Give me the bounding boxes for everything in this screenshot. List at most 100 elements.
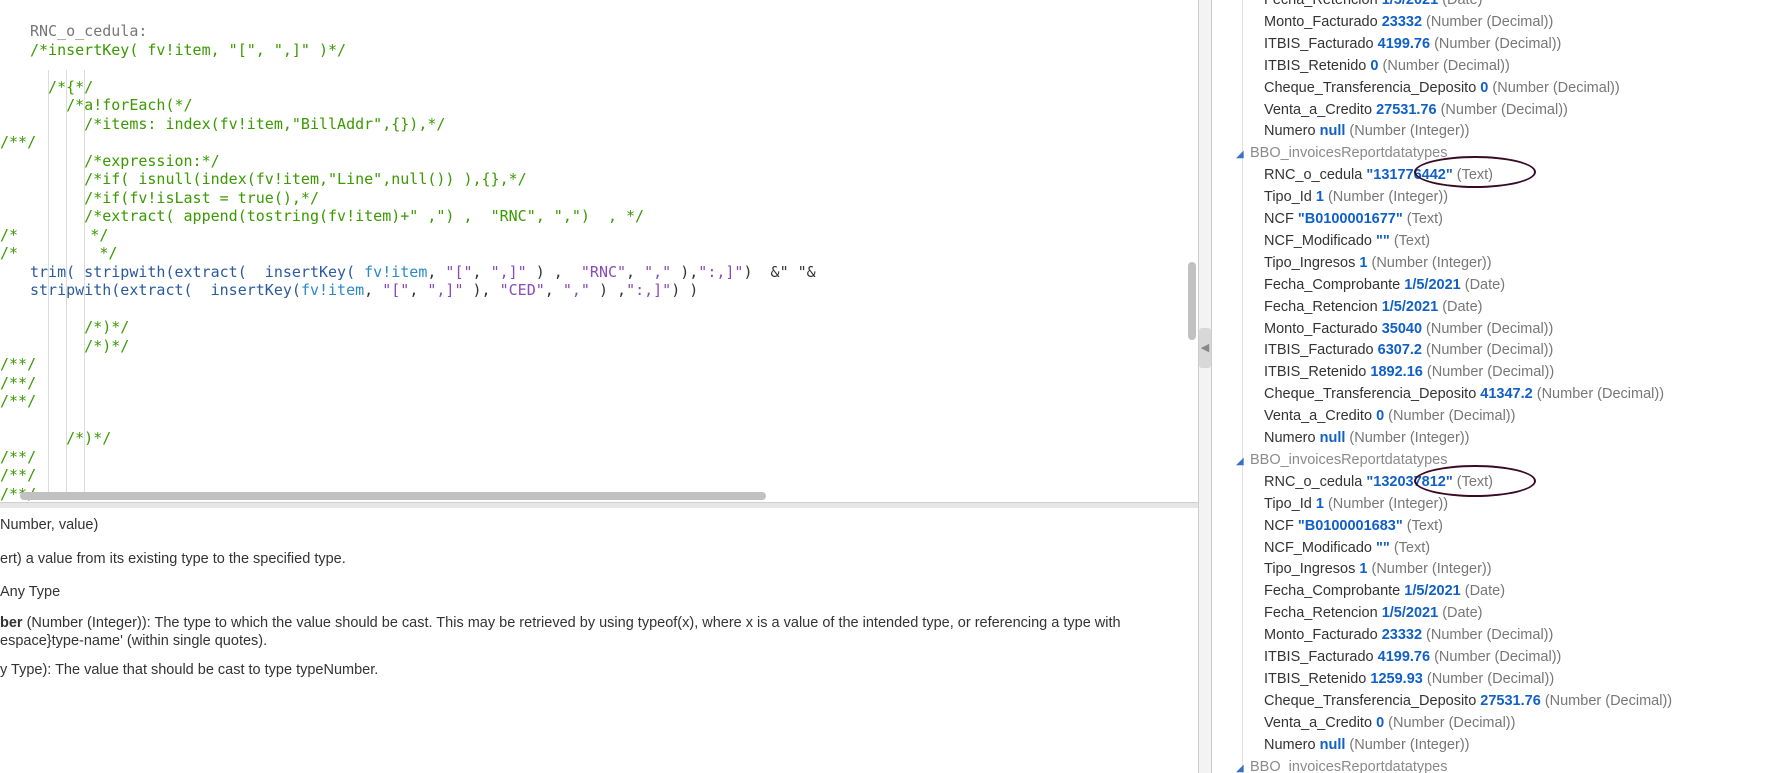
code-line[interactable]: /**/ <box>0 448 816 467</box>
code-line[interactable] <box>0 411 816 430</box>
expand-triangle-icon[interactable]: ◢ <box>1236 452 1250 472</box>
field-value: null <box>1319 123 1346 140</box>
tree-row[interactable]: ITBIS_Facturado 4199.76 (Number (Decimal… <box>1264 647 1561 667</box>
code-line[interactable]: /*)*/ <box>0 318 816 337</box>
code-token: /*items: index(fv!item,"BillAddr",{}),*/ <box>30 114 446 133</box>
tree-row[interactable]: NCF_Modificado "" (Text) <box>1264 231 1430 251</box>
field-name: ITBIS_Facturado <box>1264 342 1374 359</box>
tree-group-node[interactable]: ◢ BBO_invoicesReportdatatypes <box>1236 450 1447 470</box>
tree-row[interactable]: Tipo_Ingresos 1 (Number (Integer)) <box>1264 253 1492 273</box>
code-token: "," <box>644 262 672 281</box>
tree-row[interactable]: ITBIS_Retenido 0 (Number (Decimal)) <box>1264 56 1510 76</box>
horizontal-scrollbar[interactable] <box>20 492 766 500</box>
field-type: (Number (Decimal)) <box>1426 320 1554 337</box>
code-token: "[" <box>382 281 410 299</box>
code-line[interactable]: /*)*/ <box>0 429 816 448</box>
code-line[interactable]: /*if(fv!isLast = true(),*/ <box>0 189 816 208</box>
tree-row[interactable]: Fecha_Retencion 1/5/2021 (Date) <box>1264 603 1482 623</box>
tree-group-node[interactable]: ◢ BBO_invoicesReportdatatypes <box>1236 757 1447 773</box>
tree-row[interactable]: Fecha_Comprobante 1/5/2021 (Date) <box>1264 581 1505 601</box>
expression-editor[interactable]: RNC_o_cedula:/*insertKey( fv!item, "[", … <box>0 0 1199 502</box>
code-line[interactable]: /*a!forEach(*/ <box>0 96 816 115</box>
code-line[interactable]: /**/ <box>0 355 816 374</box>
field-name: Numero <box>1264 736 1316 753</box>
tree-row[interactable]: ITBIS_Facturado 4199.76 (Number (Decimal… <box>1264 34 1561 54</box>
code-token: /**/ <box>0 133 37 151</box>
field-name: Numero <box>1264 430 1316 446</box>
code-content[interactable]: RNC_o_cedula:/*insertKey( fv!item, "[", … <box>0 22 816 502</box>
tree-row[interactable]: Fecha_Retencion 1/5/2021 (Date) <box>1264 297 1482 317</box>
tree-row[interactable]: ITBIS_Retenido 1892.16 (Number (Decimal)… <box>1264 362 1554 382</box>
code-line[interactable]: /*)*/ <box>0 337 816 356</box>
tree-row[interactable]: Cheque_Transferencia_Deposito 41347.2 (N… <box>1264 384 1664 404</box>
tree-row[interactable]: NCF "B0100001683" (Text) <box>1264 516 1443 536</box>
field-type: (Text) <box>1406 517 1443 534</box>
code-token: /*if(fv!isLast = true(),*/ <box>30 188 319 207</box>
tree-row[interactable]: Cheque_Transferencia_Deposito 0 (Number … <box>1264 78 1620 98</box>
code-line[interactable]: /*{*/ <box>0 78 816 97</box>
tree-row[interactable]: Tipo_Id 1 (Number (Integer)) <box>1264 187 1448 207</box>
code-line[interactable]: /*if( isnull(index(fv!item,"Line",null()… <box>0 170 816 189</box>
field-value: null <box>1319 430 1346 446</box>
field-type: (Date) <box>1464 276 1506 293</box>
collapse-panel-icon[interactable]: ◀ <box>1199 328 1211 368</box>
tree-row[interactable]: Monto_Facturado 23332 (Number (Decimal)) <box>1264 12 1553 32</box>
code-line[interactable]: /*extract( append(tostring(fv!item)+" ,"… <box>0 207 816 226</box>
expand-triangle-icon[interactable]: ◢ <box>1236 759 1250 773</box>
field-name: Venta_a_Credito <box>1264 714 1373 731</box>
code-line[interactable]: /**/ <box>0 392 816 411</box>
field-name: Cheque_Transferencia_Deposito <box>1264 79 1477 96</box>
code-line[interactable] <box>0 300 816 319</box>
code-line[interactable]: trim( stripwith(extract( insertKey( fv!i… <box>0 263 816 282</box>
panel-splitter[interactable] <box>1198 0 1212 773</box>
code-line[interactable]: /* */ <box>0 226 816 245</box>
field-name: Cheque_Transferencia_Deposito <box>1264 692 1477 709</box>
tree-row[interactable]: Numero null (Number (Integer)) <box>1264 121 1469 141</box>
tree-row[interactable]: NCF_Modificado "" (Text) <box>1264 538 1430 558</box>
code-line[interactable]: /**/ <box>0 466 816 485</box>
tree-group-node[interactable]: ◢ BBO_invoicesReportdatatypes <box>1236 143 1447 163</box>
tree-row[interactable]: Numero null (Number (Integer)) <box>1264 428 1469 448</box>
expand-triangle-icon[interactable]: ◢ <box>1236 145 1250 165</box>
field-type: (Number (Decimal)) <box>1544 692 1673 709</box>
tree-row[interactable]: NCF "B0100001677" (Text) <box>1264 209 1443 229</box>
tree-row[interactable]: Monto_Facturado 35040 (Number (Decimal)) <box>1264 319 1553 339</box>
tree-row[interactable]: Tipo_Id 1 (Number (Integer)) <box>1264 494 1448 514</box>
tree-row[interactable]: Venta_a_Credito 0 (Number (Decimal)) <box>1264 713 1515 733</box>
field-type: (Date) <box>1442 0 1483 8</box>
field-value: 1/5/2021 <box>1381 0 1439 8</box>
code-line[interactable]: /*items: index(fv!item,"BillAddr",{}),*/ <box>0 115 816 134</box>
tree-row[interactable]: ITBIS_Facturado 6307.2 (Number (Decimal)… <box>1264 340 1553 360</box>
field-type: (Number (Decimal)) <box>1426 342 1554 359</box>
tree-row[interactable]: Cheque_Transferencia_Deposito 27531.76 (… <box>1264 691 1672 711</box>
code-line[interactable]: /**/ <box>0 133 816 152</box>
field-value: 1/5/2021 <box>1404 276 1461 293</box>
field-type: (Date) <box>1442 298 1483 315</box>
field-type: (Number (Decimal)) <box>1426 364 1555 381</box>
tree-row[interactable]: Tipo_Ingresos 1 (Number (Integer)) <box>1264 559 1492 579</box>
field-name: RNC_o_cedula <box>1264 473 1363 490</box>
field-value: 1 <box>1359 254 1368 271</box>
code-token: /**/ <box>0 373 37 392</box>
code-line[interactable]: /**/ <box>0 374 816 393</box>
tree-row[interactable]: Venta_a_Credito 0 (Number (Decimal)) <box>1264 406 1515 426</box>
code-line[interactable]: /* */ <box>0 244 816 263</box>
code-line[interactable] <box>0 59 816 78</box>
tree-row[interactable]: Venta_a_Credito 27531.76 (Number (Decima… <box>1264 100 1568 120</box>
tree-row[interactable]: Fecha_Retencion 1/5/2021 (Date) <box>1264 0 1482 10</box>
tree-row[interactable]: Fecha_Comprobante 1/5/2021 (Date) <box>1264 275 1505 295</box>
field-name: NCF_Modificado <box>1264 539 1372 556</box>
tree-row[interactable]: Monto_Facturado 23332 (Number (Decimal)) <box>1264 625 1553 645</box>
code-line[interactable]: stripwith(extract( insertKey(fv!item, "[… <box>0 281 816 300</box>
code-line[interactable]: /*expression:*/ <box>0 152 816 171</box>
field-name: Venta_a_Credito <box>1264 408 1373 425</box>
tree-row[interactable]: Numero null (Number (Integer)) <box>1264 735 1469 755</box>
code-line[interactable]: /*insertKey( fv!item, "[", ",]" )*/ <box>0 41 816 60</box>
field-name: ITBIS_Retenido <box>1264 364 1367 381</box>
tree-row[interactable]: ITBIS_Retenido 1259.93 (Number (Decimal)… <box>1264 669 1554 689</box>
field-value: 1892.16 <box>1370 364 1423 381</box>
code-line[interactable]: RNC_o_cedula: <box>0 22 816 41</box>
field-name: Monto_Facturado <box>1264 13 1378 30</box>
vertical-scrollbar[interactable] <box>1188 262 1196 340</box>
doc-param-continued: espace}type-name' (within single quotes)… <box>0 633 268 649</box>
